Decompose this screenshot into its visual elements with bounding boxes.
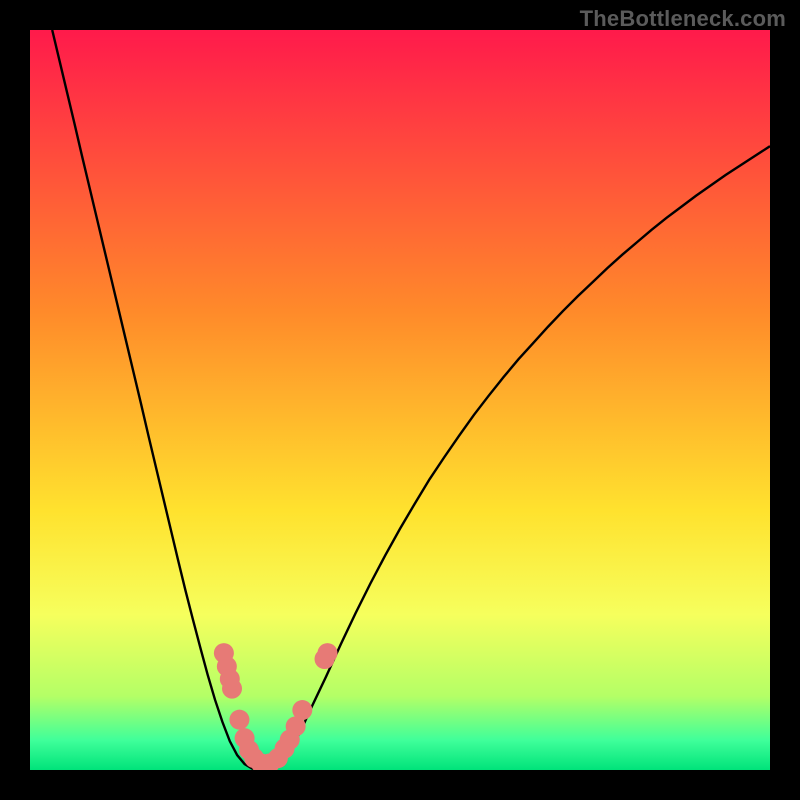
- chart-frame: TheBottleneck.com: [0, 0, 800, 800]
- data-marker: [292, 700, 312, 720]
- data-marker: [222, 679, 242, 699]
- bottleneck-chart: [30, 30, 770, 770]
- attribution-label: TheBottleneck.com: [580, 6, 786, 32]
- data-marker: [317, 643, 337, 663]
- data-marker: [229, 710, 249, 730]
- plot-area: [30, 30, 770, 770]
